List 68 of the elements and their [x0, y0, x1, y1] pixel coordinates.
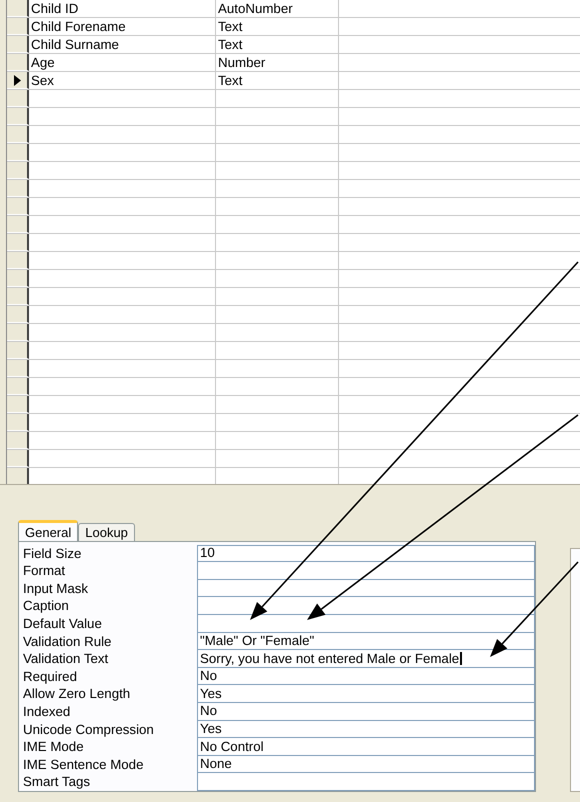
- data-type-cell[interactable]: Text: [216, 18, 339, 35]
- property-label: Field Size: [22, 544, 82, 562]
- property-label: Smart Tags: [22, 773, 92, 791]
- property-label: Caption: [22, 597, 70, 616]
- row-selector[interactable]: [7, 288, 29, 305]
- property-label: Indexed: [22, 703, 72, 721]
- property-field[interactable]: "Male" Or "Female": [197, 632, 535, 650]
- current-row-icon: [14, 74, 20, 86]
- data-type-cell[interactable]: Text: [216, 72, 339, 89]
- field-name-cell[interactable]: Child Surname: [29, 36, 216, 53]
- row-selector[interactable]: [7, 198, 29, 215]
- property-label: Validation Rule: [22, 632, 112, 650]
- property-field[interactable]: [197, 562, 535, 580]
- property-field[interactable]: 10: [197, 544, 535, 562]
- row-selector[interactable]: [7, 468, 29, 484]
- row-selector[interactable]: [7, 378, 29, 395]
- property-field[interactable]: Sorry, you have not entered Male or Female: [197, 650, 535, 668]
- row-selector[interactable]: [7, 306, 29, 323]
- property-label: Default Value: [22, 615, 103, 633]
- property-label: IME Mode: [22, 738, 85, 756]
- data-type-cell[interactable]: AutoNumber: [216, 0, 339, 17]
- row-selector[interactable]: [7, 0, 29, 17]
- property-label: IME Sentence Mode: [22, 756, 144, 774]
- row-selector[interactable]: [7, 90, 29, 107]
- row-selector[interactable]: [7, 234, 29, 251]
- row-selector[interactable]: [7, 396, 29, 413]
- row-selector[interactable]: [7, 180, 29, 197]
- row-selector[interactable]: [7, 36, 29, 53]
- row-selector[interactable]: [7, 342, 29, 359]
- field-name-cell[interactable]: Child ID: [29, 0, 216, 17]
- row-selector[interactable]: [7, 126, 29, 143]
- property-field[interactable]: [197, 597, 535, 616]
- row-selector[interactable]: [7, 360, 29, 377]
- row-selector[interactable]: [7, 162, 29, 179]
- row-selector[interactable]: [7, 270, 29, 287]
- row-selector[interactable]: [7, 54, 29, 71]
- row-selector[interactable]: [7, 216, 29, 233]
- row-selector[interactable]: [7, 108, 29, 125]
- field-name-cell[interactable]: Age: [29, 54, 216, 71]
- property-field[interactable]: No: [197, 703, 535, 721]
- data-type-cell[interactable]: Text: [216, 36, 339, 53]
- row-selector[interactable]: [7, 414, 29, 431]
- property-label: Allow Zero Length: [22, 685, 132, 704]
- row-selector[interactable]: [7, 324, 29, 341]
- tab[interactable]: Lookup: [78, 522, 135, 541]
- property-field[interactable]: [197, 615, 535, 633]
- property-field[interactable]: No: [197, 668, 535, 686]
- property-label: Unicode Compression: [22, 720, 155, 738]
- property-label: Validation Text: [22, 650, 110, 668]
- field-name-cell[interactable]: Child Forename: [29, 18, 216, 35]
- property-label: Required: [22, 668, 78, 686]
- row-selector[interactable]: [7, 18, 29, 35]
- data-type-cell[interactable]: Number: [216, 54, 339, 71]
- property-field[interactable]: None: [197, 756, 535, 774]
- row-selector[interactable]: [7, 450, 29, 467]
- property-label: Input Mask: [22, 580, 90, 598]
- property-label: Format: [22, 562, 66, 580]
- row-selector[interactable]: [7, 432, 29, 449]
- property-field[interactable]: Yes: [197, 720, 535, 738]
- row-selector[interactable]: [7, 72, 29, 89]
- property-field[interactable]: Yes: [197, 685, 535, 704]
- row-selector[interactable]: [7, 144, 29, 161]
- property-field[interactable]: [197, 773, 535, 791]
- tab[interactable]: General: [18, 520, 78, 541]
- property-field[interactable]: No Control: [197, 738, 535, 756]
- row-selector[interactable]: [7, 252, 29, 269]
- field-name-cell[interactable]: Sex: [29, 72, 216, 89]
- property-field[interactable]: [197, 580, 535, 598]
